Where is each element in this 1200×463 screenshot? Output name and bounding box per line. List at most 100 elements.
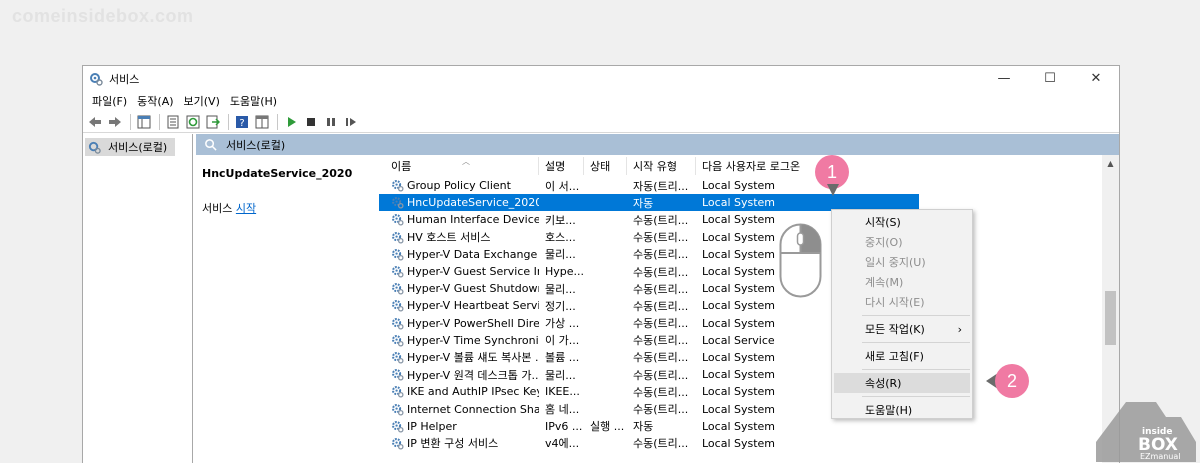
ctx-refresh[interactable]: 새로 고침(F): [834, 346, 970, 366]
cell-startup-type: 자동: [633, 196, 654, 210]
cell-startup-type: 수동(트리...: [633, 437, 689, 451]
column-header-status[interactable]: 상태: [584, 157, 627, 175]
cell-logon-as: Local System: [702, 385, 776, 399]
service-action-prefix: 서비스: [202, 202, 233, 215]
properties-sheet-icon[interactable]: [164, 113, 182, 131]
menu-view[interactable]: 보기(V): [179, 93, 225, 109]
cell-description: 호스...: [545, 231, 576, 245]
table-row[interactable]: IP Helper IPv6 ... 실행 ... 자동 Local System: [379, 418, 1119, 435]
table-row[interactable]: Group Policy Client 이 서... 자동(트리... Local S…: [379, 177, 1119, 194]
refresh-icon[interactable]: [184, 113, 202, 131]
table-row[interactable]: IP 변환 구성 서비스 v4에... 수동(트리... Local System: [379, 435, 1119, 452]
scroll-up-icon[interactable]: ▲: [1102, 155, 1119, 172]
description-panel: HncUpdateService_2020 서비스 시작: [196, 155, 379, 463]
ctx-restart: 다시 시작(E): [865, 296, 925, 309]
selected-service-name: HncUpdateService_2020: [202, 167, 353, 180]
maximize-button[interactable]: ☐: [1027, 66, 1073, 91]
table-row[interactable]: Hyper-V Heartbeat Service 정기... 수동(트리... Lo…: [379, 297, 1119, 314]
table-row[interactable]: Hyper-V PowerShell Direct... 가상 ... 수동(트리.…: [379, 315, 1119, 332]
restart-icon[interactable]: [342, 113, 360, 131]
service-name: Group Policy Client: [407, 179, 511, 193]
back-icon[interactable]: [86, 113, 104, 131]
table-row[interactable]: Internet Connection Sharin... 홈 네... 수동(트리…: [379, 400, 1119, 417]
cell-description: 이 서...: [545, 179, 580, 193]
tree-item-services-local[interactable]: 서비스(로컬): [85, 138, 175, 156]
service-gear-icon: [392, 317, 404, 330]
table-row[interactable]: Hyper-V Time Synchroniza... 이 가... 수동(트리..…: [379, 332, 1119, 349]
cell-logon-as: Local System: [702, 179, 776, 193]
table-row[interactable]: Human Interface Device Se... 키보... 수동(트리..…: [379, 211, 1119, 228]
cell-name: Hyper-V 볼륨 섀도 복사본 ...: [379, 349, 539, 365]
cell-name: Human Interface Device Se...: [379, 213, 539, 226]
service-gear-icon: [392, 266, 404, 278]
service-gear-icon: [392, 248, 404, 261]
menu-bar: 파일(F) 동작(A) 보기(V) 도움말(H): [83, 91, 1119, 111]
watermark-text: comeinsidebox.com: [12, 6, 194, 26]
service-gear-icon: [392, 197, 404, 209]
cell-logon-as: Local System: [702, 368, 776, 382]
cell-logon-as: Local System: [702, 436, 776, 450]
minimize-button[interactable]: —: [981, 66, 1027, 91]
cell-startup-type: 수동(트리...: [633, 248, 689, 262]
service-gear-icon: [392, 180, 404, 192]
cell-logon-as: Local System: [702, 299, 776, 313]
cell-status: 실행 ...: [590, 420, 625, 434]
cell-startup-type: 수동(트리...: [633, 282, 689, 296]
table-row[interactable]: HV 호스트 서비스 호스... 수동(트리... Local System: [379, 229, 1119, 246]
step-badge-1-pointer-icon: [827, 184, 839, 196]
ctx-help[interactable]: 도움말(H): [834, 400, 970, 420]
cell-description: 키보...: [545, 213, 576, 227]
column-header-logon-as[interactable]: 다음 사용자로 로그온: [696, 157, 816, 175]
cell-startup-type: 수동(트리...: [633, 351, 689, 365]
close-button[interactable]: ✕: [1073, 66, 1119, 91]
column-header-description[interactable]: 설명: [539, 157, 584, 175]
play-icon[interactable]: [282, 113, 300, 131]
toolbar-divider: [277, 113, 278, 130]
column-header-startup-type[interactable]: 시작 유형: [627, 157, 696, 175]
service-gear-icon: [392, 386, 404, 398]
scrollbar-thumb[interactable]: [1105, 291, 1116, 345]
service-rows: Group Policy Client 이 서... 자동(트리... Local S…: [379, 177, 1119, 452]
menu-action[interactable]: 동작(A): [132, 93, 178, 109]
pause-icon[interactable]: [322, 113, 340, 131]
service-name: HV 호스트 서비스: [407, 231, 491, 245]
window-title: 서비스: [109, 72, 140, 86]
help-icon[interactable]: ?: [233, 113, 251, 131]
ctx-start[interactable]: 시작(S): [834, 212, 970, 232]
cell-startup-type: 수동(트리...: [633, 368, 689, 382]
service-gear-icon: [392, 351, 404, 364]
toolbar-divider: [130, 113, 131, 130]
stop-icon[interactable]: [302, 113, 320, 131]
ctx-divider: [862, 342, 970, 343]
cell-startup-type: 수동(트리...: [633, 385, 689, 399]
table-row[interactable]: Hyper-V Guest Service Inte... Hype... 수동(트…: [379, 263, 1119, 280]
show-hide-pane-icon[interactable]: [253, 113, 271, 131]
service-name: Hyper-V Guest Service Inte...: [407, 265, 539, 279]
forward-icon[interactable]: [106, 113, 124, 131]
service-name: Human Interface Device Se...: [407, 213, 539, 227]
service-gear-icon: [392, 420, 404, 433]
service-gear-icon: [392, 231, 404, 244]
cell-startup-type: 수동(트리...: [633, 334, 689, 348]
ctx-all-tasks-label: 모든 작업(K): [865, 323, 925, 336]
ctx-resume: 계속(M): [865, 276, 904, 289]
services-gear-icon: [88, 141, 101, 154]
export-list-icon[interactable]: [204, 113, 222, 131]
column-header-name[interactable]: 이름: [379, 157, 539, 175]
ctx-all-tasks[interactable]: 모든 작업(K) ›: [834, 319, 970, 339]
ctx-properties[interactable]: 속성(R): [834, 373, 970, 393]
insidebox-logo: inside BOX EZmanual: [1096, 402, 1196, 462]
service-gear-icon: [392, 283, 404, 295]
cell-name: Hyper-V 원격 데스크톱 가...: [379, 367, 539, 383]
cell-name: Internet Connection Sharin...: [379, 403, 539, 416]
brand-logo-sub: EZmanual: [1140, 452, 1181, 461]
table-row[interactable]: Hyper-V Guest Shutdown ...물리...수동(트리...L…: [379, 280, 1119, 297]
cell-name: Group Policy Client: [379, 179, 539, 192]
menu-help[interactable]: 도움말(H): [225, 93, 282, 109]
console-tree-icon[interactable]: [135, 113, 153, 131]
service-name: Internet Connection Sharin...: [407, 402, 539, 416]
start-service-link[interactable]: 시작: [236, 202, 256, 215]
table-row[interactable]: Hyper-V Data Exchange Se... 물리... 수동(트리...…: [379, 246, 1119, 263]
cell-startup-type: 수동(트리...: [633, 231, 689, 245]
menu-file[interactable]: 파일(F): [87, 93, 132, 109]
